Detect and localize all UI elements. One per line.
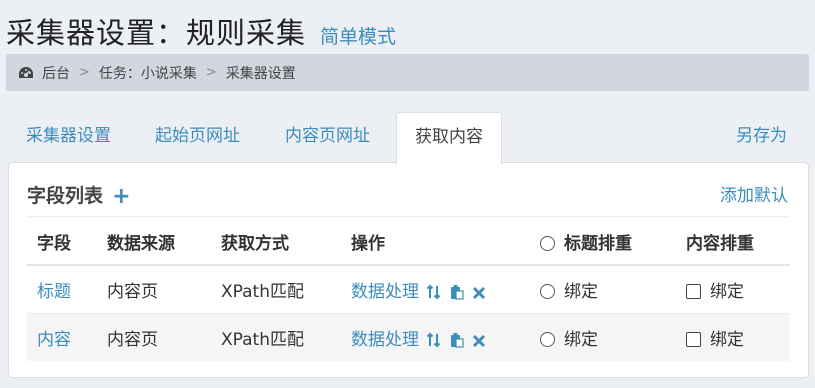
- content-dedup-checkbox[interactable]: [686, 283, 701, 299]
- add-default-link[interactable]: 添加默认: [720, 181, 788, 206]
- source-cell: 内容页: [97, 264, 211, 313]
- title-dedup-cell: 绑定: [530, 264, 676, 313]
- tab-content-url[interactable]: 内容页网址: [285, 112, 370, 163]
- title-dedup-radio[interactable]: [540, 283, 555, 299]
- add-field-icon[interactable]: +: [112, 186, 130, 208]
- method-cell: XPath匹配: [211, 264, 341, 313]
- title-dedup-label: 绑定: [564, 281, 598, 302]
- table-row: 标题 内容页 XPath匹配 数据处理 绑定 绑定: [27, 264, 790, 313]
- breadcrumb-current: 采集器设置: [225, 65, 296, 82]
- column-header-operation: 操作: [341, 219, 530, 266]
- tab-bar: 采集器设置 起始页网址 内容页网址 获取内容 另存为: [6, 112, 809, 164]
- paste-icon[interactable]: [450, 284, 464, 300]
- field-name-link[interactable]: 内容: [37, 330, 71, 350]
- column-header-source: 数据来源: [97, 219, 211, 266]
- field-list-title: 字段列表: [27, 185, 104, 207]
- field-name-link[interactable]: 标题: [37, 282, 71, 302]
- operation-cell: 数据处理: [341, 312, 530, 361]
- sort-icon[interactable]: [427, 284, 441, 300]
- content-dedup-cell: 绑定: [676, 312, 790, 361]
- data-process-link[interactable]: 数据处理: [351, 282, 419, 302]
- operation-cell: 数据处理: [341, 264, 530, 313]
- simple-mode-link[interactable]: 简单模式: [320, 22, 396, 49]
- panel-header: 字段列表 + 添加默认: [27, 181, 788, 217]
- breadcrumb-home[interactable]: 后台: [42, 63, 70, 83]
- sort-icon[interactable]: [427, 332, 441, 348]
- title-dedup-label: 绑定: [564, 329, 598, 350]
- method-cell: XPath匹配: [211, 312, 341, 361]
- tab-start-url[interactable]: 起始页网址: [155, 112, 240, 163]
- dashboard-icon: [19, 66, 33, 78]
- title-dedup-cell: 绑定: [530, 312, 676, 361]
- tab-collector-settings[interactable]: 采集器设置: [26, 112, 111, 163]
- save-as-tab[interactable]: 另存为: [736, 112, 787, 161]
- fields-table: 字段 数据来源 获取方式 操作 标题排重 内容排重 标题 内容页 XPath匹配…: [27, 219, 790, 361]
- page-header: 采集器设置：规则采集 简单模式: [6, 10, 396, 54]
- page-title: 采集器设置：规则采集: [6, 16, 307, 50]
- title-dedup-header-radio[interactable]: [540, 236, 555, 251]
- column-header-title-dedup: 标题排重: [530, 219, 676, 266]
- table-row: 内容 内容页 XPath匹配 数据处理 绑定 绑定: [27, 312, 790, 361]
- delete-icon[interactable]: [472, 332, 486, 348]
- content-dedup-label: 绑定: [710, 329, 744, 350]
- fields-panel: 字段列表 + 添加默认 字段 数据来源 获取方式 操作 标题排重 内容排重 标题…: [8, 162, 809, 378]
- content-dedup-cell: 绑定: [676, 264, 790, 313]
- source-cell: 内容页: [97, 312, 211, 361]
- column-header-content-dedup: 内容排重: [676, 219, 790, 266]
- breadcrumb-separator: >: [205, 65, 217, 80]
- column-header-method: 获取方式: [211, 219, 341, 266]
- title-dedup-radio[interactable]: [540, 331, 555, 347]
- breadcrumb-separator: >: [79, 65, 90, 80]
- breadcrumb: 后台 > 任务：小说采集 > 采集器设置: [6, 54, 809, 91]
- column-header-field: 字段: [27, 219, 97, 266]
- paste-icon[interactable]: [450, 332, 464, 348]
- table-header-row: 字段 数据来源 获取方式 操作 标题排重 内容排重: [27, 219, 790, 266]
- tab-get-content[interactable]: 获取内容: [396, 112, 502, 164]
- data-process-link[interactable]: 数据处理: [351, 330, 419, 350]
- breadcrumb-task[interactable]: 任务：小说采集: [99, 63, 197, 83]
- content-dedup-checkbox[interactable]: [686, 331, 701, 347]
- title-dedup-header-label: 标题排重: [564, 234, 632, 254]
- delete-icon[interactable]: [472, 284, 486, 300]
- content-dedup-label: 绑定: [710, 281, 744, 302]
